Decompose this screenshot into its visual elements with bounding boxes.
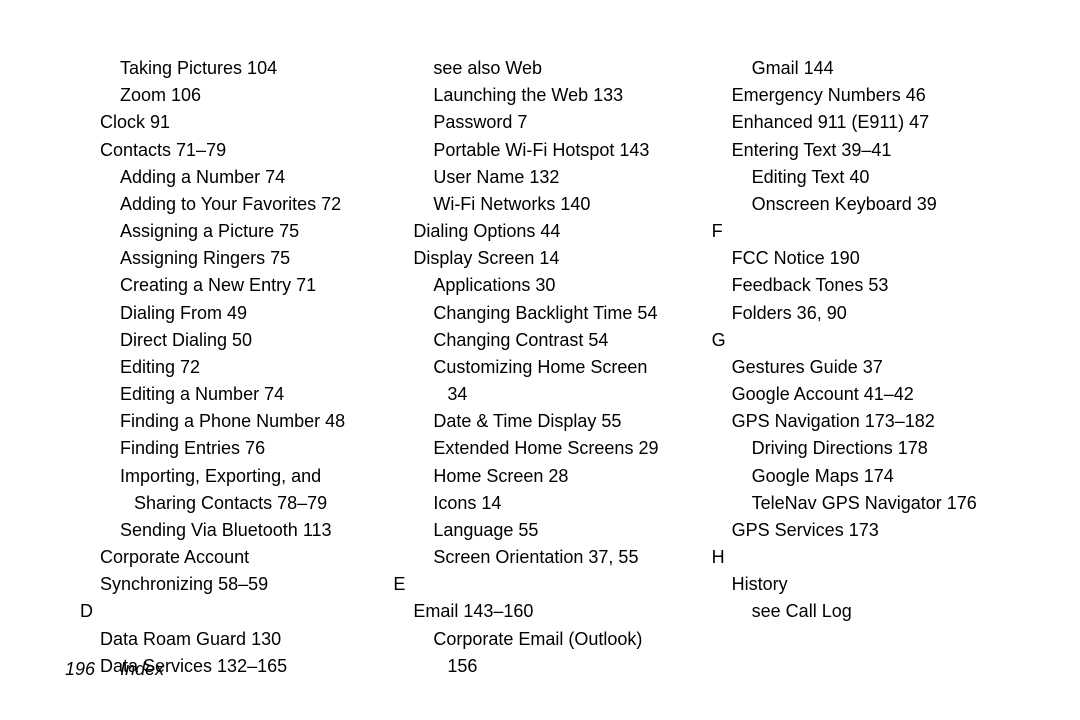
index-entry: Clock 91 [100, 109, 383, 136]
index-entry: Display Screen 14 [413, 245, 696, 272]
index-entry: Direct Dialing 50 [120, 327, 383, 354]
index-entry: Editing a Number 74 [120, 381, 383, 408]
index-entry: Screen Orientation 37, 55 [433, 544, 696, 571]
index-entry: Emergency Numbers 46 [732, 82, 1015, 109]
index-entry: GPS Navigation 173–182 [732, 408, 1015, 435]
page-title: Index [120, 659, 164, 679]
index-entry: E [393, 571, 696, 598]
index-entry: Launching the Web 133 [433, 82, 696, 109]
index-entry: Home Screen 28 [433, 463, 696, 490]
index-columns: Taking Pictures 104Zoom 106Clock 91Conta… [65, 55, 1015, 635]
index-entry: Sharing Contacts 78–79 [134, 490, 383, 517]
index-entry: Gestures Guide 37 [732, 354, 1015, 381]
index-entry: Wi-Fi Networks 140 [433, 191, 696, 218]
index-entry: 156 [447, 653, 696, 680]
index-entry: G [712, 327, 1015, 354]
index-entry: Email 143–160 [413, 598, 696, 625]
index-entry: D [80, 598, 383, 625]
index-entry: Corporate Account [100, 544, 383, 571]
index-entry: Applications 30 [433, 272, 696, 299]
index-entry: Google Maps 174 [752, 463, 1015, 490]
index-entry: Changing Backlight Time 54 [433, 300, 696, 327]
index-entry: Portable Wi-Fi Hotspot 143 [433, 137, 696, 164]
page-number: 196 [65, 659, 95, 679]
index-entry: Changing Contrast 54 [433, 327, 696, 354]
index-entry: Date & Time Display 55 [433, 408, 696, 435]
index-entry: F [712, 218, 1015, 245]
index-entry: Onscreen Keyboard 39 [752, 191, 1015, 218]
index-entry: Driving Directions 178 [752, 435, 1015, 462]
index-entry: Zoom 106 [120, 82, 383, 109]
index-entry: see also Web [433, 55, 696, 82]
index-entry: see Call Log [752, 598, 1015, 625]
index-entry: H [712, 544, 1015, 571]
index-entry: Synchronizing 58–59 [100, 571, 383, 598]
index-entry: Customizing Home Screen [433, 354, 696, 381]
index-entry: Feedback Tones 53 [732, 272, 1015, 299]
index-entry: TeleNav GPS Navigator 176 [752, 490, 1015, 517]
index-entry: User Name 132 [433, 164, 696, 191]
index-entry: Enhanced 911 (E911) 47 [732, 109, 1015, 136]
index-entry: Assigning a Picture 75 [120, 218, 383, 245]
index-entry: Finding a Phone Number 48 [120, 408, 383, 435]
index-entry: Creating a New Entry 71 [120, 272, 383, 299]
index-entry: Dialing From 49 [120, 300, 383, 327]
index-entry: 34 [447, 381, 696, 408]
column-1: Taking Pictures 104Zoom 106Clock 91Conta… [80, 55, 383, 635]
column-2: see also WebLaunching the Web 133Passwor… [393, 55, 696, 635]
index-entry: Importing, Exporting, and [120, 463, 383, 490]
page-footer: 196 Index [65, 659, 164, 680]
index-entry: Data Roam Guard 130 [100, 626, 383, 653]
index-entry: Editing 72 [120, 354, 383, 381]
index-entry: Google Account 41–42 [732, 381, 1015, 408]
index-entry: Editing Text 40 [752, 164, 1015, 191]
index-entry: Assigning Ringers 75 [120, 245, 383, 272]
index-entry: Password 7 [433, 109, 696, 136]
column-3: Gmail 144Emergency Numbers 46Enhanced 91… [712, 55, 1015, 635]
index-entry: Extended Home Screens 29 [433, 435, 696, 462]
index-entry: History [732, 571, 1015, 598]
index-entry: Sending Via Bluetooth 113 [120, 517, 383, 544]
index-entry: Gmail 144 [752, 55, 1015, 82]
index-entry: Adding to Your Favorites 72 [120, 191, 383, 218]
index-entry: Entering Text 39–41 [732, 137, 1015, 164]
index-entry: Icons 14 [433, 490, 696, 517]
index-entry: FCC Notice 190 [732, 245, 1015, 272]
index-entry: GPS Services 173 [732, 517, 1015, 544]
index-entry: Folders 36, 90 [732, 300, 1015, 327]
index-entry: Finding Entries 76 [120, 435, 383, 462]
index-entry: Language 55 [433, 517, 696, 544]
index-entry: Taking Pictures 104 [120, 55, 383, 82]
index-entry: Dialing Options 44 [413, 218, 696, 245]
index-entry: Adding a Number 74 [120, 164, 383, 191]
index-entry: Contacts 71–79 [100, 137, 383, 164]
index-entry: Corporate Email (Outlook) [433, 626, 696, 653]
